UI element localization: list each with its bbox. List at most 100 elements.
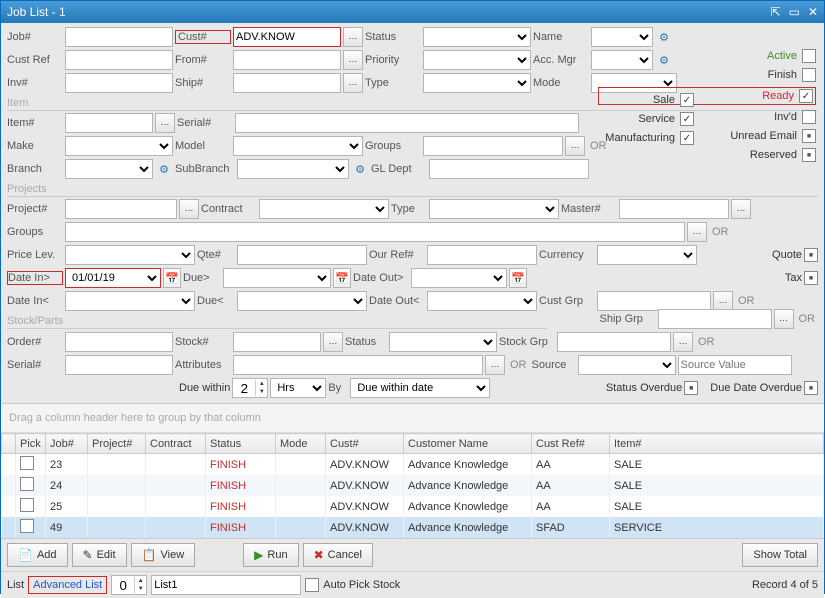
source-value-input[interactable] — [678, 355, 792, 375]
gldept-input[interactable] — [429, 159, 589, 179]
date-in-gt-input[interactable]: 01/01/19 — [65, 268, 161, 288]
master-no-input[interactable] — [619, 199, 729, 219]
invd-check[interactable] — [802, 110, 816, 124]
subbranch-select[interactable] — [237, 159, 349, 179]
pgroups-lookup[interactable]: … — [687, 222, 707, 242]
cancel-button[interactable]: ✖Cancel — [303, 543, 373, 567]
manufacturing-check[interactable] — [680, 131, 694, 145]
due-date-overdue-check[interactable] — [804, 381, 818, 395]
close-icon[interactable]: ✕ — [808, 5, 818, 19]
shipgrp-input[interactable] — [658, 309, 772, 329]
pick-check[interactable] — [20, 477, 34, 491]
inv-no-input[interactable] — [65, 73, 173, 93]
item-no-input[interactable] — [65, 113, 153, 133]
attributes-input[interactable] — [233, 355, 483, 375]
from-no-input[interactable] — [233, 50, 341, 70]
custgrp-input[interactable] — [597, 291, 711, 311]
view-button[interactable]: 📋View — [131, 543, 196, 567]
service-check[interactable] — [680, 112, 694, 126]
quote-check[interactable] — [804, 248, 818, 262]
qte-no-input[interactable] — [237, 245, 367, 265]
pgroups-input[interactable] — [65, 222, 685, 242]
table-row[interactable]: 23FINISHADV.KNOWAdvance KnowledgeAASALE — [2, 454, 824, 476]
stockgrp-lookup[interactable]: … — [673, 332, 693, 352]
name-select[interactable] — [591, 27, 653, 47]
item-lookup-button[interactable]: … — [155, 113, 175, 133]
stock-no-input[interactable] — [233, 332, 321, 352]
due-gt-input[interactable] — [223, 268, 331, 288]
restore-icon[interactable]: ⇱ — [771, 5, 781, 19]
col-contract[interactable]: Contract — [146, 434, 206, 454]
job-no-input[interactable] — [65, 27, 173, 47]
pick-check[interactable] — [20, 519, 34, 533]
ptype-select[interactable] — [429, 199, 559, 219]
branch-select[interactable] — [65, 159, 153, 179]
due-lt-input[interactable] — [237, 291, 367, 311]
source-select[interactable] — [578, 355, 676, 375]
groups-input[interactable] — [423, 136, 563, 156]
ship-lookup-button[interactable]: … — [343, 73, 363, 93]
sstatus-select[interactable] — [389, 332, 497, 352]
table-row[interactable]: 49FINISHADV.KNOWAdvance KnowledgeSFADSER… — [2, 517, 824, 538]
from-lookup-button[interactable]: … — [343, 50, 363, 70]
pick-check[interactable] — [20, 498, 34, 512]
date-out-gt-input[interactable] — [411, 268, 507, 288]
ready-check[interactable] — [799, 89, 813, 103]
reserved-check[interactable] — [802, 148, 816, 162]
make-select[interactable] — [65, 136, 173, 156]
pricelev-select[interactable] — [65, 245, 195, 265]
custref-input[interactable] — [65, 50, 173, 70]
auto-pick-check[interactable] — [305, 578, 319, 592]
col-cust-ref-[interactable]: Cust Ref# — [532, 434, 610, 454]
shipgrp-lookup[interactable]: … — [774, 309, 794, 329]
calendar-icon-1[interactable]: 📅 — [163, 268, 181, 288]
active-check[interactable] — [802, 49, 816, 63]
run-button[interactable]: ▶Run — [243, 543, 298, 567]
col-job-[interactable]: Job# — [46, 434, 88, 454]
stock-lookup[interactable]: … — [323, 332, 343, 352]
add-button[interactable]: 📄Add — [7, 543, 68, 567]
type-select[interactable] — [423, 73, 531, 93]
list-count-spinner[interactable]: ▲▼ — [111, 575, 147, 595]
sale-check[interactable] — [680, 93, 694, 107]
calendar-icon-2[interactable]: 📅 — [333, 268, 351, 288]
attributes-lookup[interactable]: … — [485, 355, 505, 375]
due-within-unit[interactable]: Hrs — [270, 378, 326, 398]
col-project-[interactable]: Project# — [88, 434, 146, 454]
priority-select[interactable] — [423, 50, 531, 70]
col-cust-[interactable]: Cust# — [326, 434, 404, 454]
currency-select[interactable] — [597, 245, 697, 265]
project-no-input[interactable] — [65, 199, 177, 219]
col-pick[interactable]: Pick — [16, 434, 46, 454]
sserial-input[interactable] — [65, 355, 173, 375]
advanced-list-link[interactable]: Advanced List — [28, 576, 107, 594]
status-select[interactable] — [423, 27, 531, 47]
project-lookup[interactable]: … — [179, 199, 199, 219]
table-row[interactable]: 25FINISHADV.KNOWAdvance KnowledgeAASALE — [2, 496, 824, 517]
col-status[interactable]: Status — [206, 434, 276, 454]
maximize-icon[interactable]: ▭ — [789, 5, 800, 19]
list-name-input[interactable] — [151, 575, 301, 595]
col-item-[interactable]: Item# — [610, 434, 824, 454]
name-gear-icon[interactable]: ⚙ — [655, 27, 673, 47]
master-lookup[interactable]: … — [731, 199, 751, 219]
table-row[interactable]: 24FINISHADV.KNOWAdvance KnowledgeAASALE — [2, 475, 824, 496]
pick-check[interactable] — [20, 456, 34, 470]
group-hint[interactable]: Drag a column header here to group by th… — [1, 404, 824, 433]
branch-gear-icon[interactable]: ⚙ — [155, 159, 173, 179]
subbranch-gear-icon[interactable]: ⚙ — [351, 159, 369, 179]
date-out-lt-input[interactable] — [427, 291, 537, 311]
cust-no-input[interactable] — [233, 27, 341, 47]
show-total-button[interactable]: Show Total — [742, 543, 818, 567]
status-overdue-check[interactable] — [684, 381, 698, 395]
tax-check[interactable] — [804, 271, 818, 285]
due-within-spinner[interactable]: ▲▼ — [232, 378, 268, 398]
date-in-lt-input[interactable] — [65, 291, 195, 311]
col-mode[interactable]: Mode — [276, 434, 326, 454]
ship-no-input[interactable] — [233, 73, 341, 93]
contract-select[interactable] — [259, 199, 389, 219]
col-customer-name[interactable]: Customer Name — [404, 434, 532, 454]
model-select[interactable] — [233, 136, 363, 156]
calendar-icon-3[interactable]: 📅 — [509, 268, 527, 288]
cust-lookup-button[interactable]: … — [343, 27, 363, 47]
